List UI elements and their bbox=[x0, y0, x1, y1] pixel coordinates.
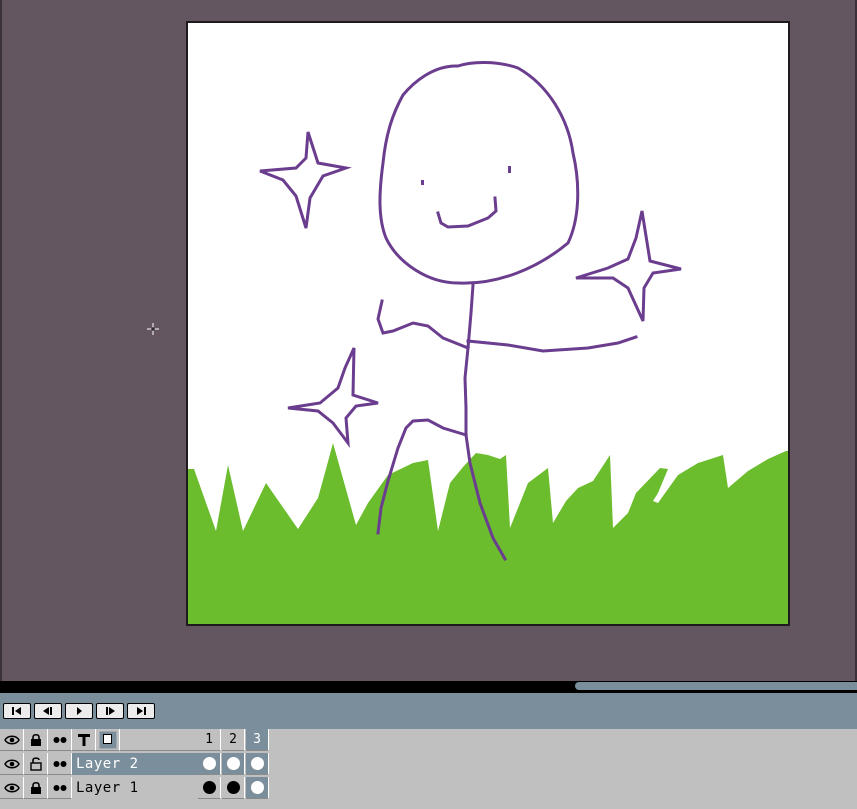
cel-frame-3[interactable] bbox=[246, 777, 269, 799]
lock-icon bbox=[30, 781, 41, 794]
header-spacer bbox=[120, 729, 198, 751]
sparkle-right bbox=[575, 210, 682, 322]
layer-onion-skin-toggle[interactable] bbox=[48, 777, 72, 799]
lock-header[interactable] bbox=[24, 729, 48, 751]
lock-icon bbox=[30, 733, 41, 746]
empty-cel-icon bbox=[250, 757, 264, 770]
next-frame-icon bbox=[106, 707, 115, 715]
first-frame-button[interactable] bbox=[3, 703, 31, 719]
canvas-workspace[interactable] bbox=[0, 0, 857, 681]
filled-cel-icon bbox=[202, 781, 216, 794]
unlock-icon bbox=[29, 756, 42, 771]
eye-icon bbox=[3, 735, 20, 744]
layer-onion-skin-toggle[interactable] bbox=[48, 753, 72, 775]
layer-lock-toggle[interactable] bbox=[24, 753, 48, 775]
cel-frame-2[interactable] bbox=[222, 753, 245, 775]
layer-thumbnail-icon bbox=[99, 731, 116, 748]
cel-frame-1[interactable] bbox=[198, 753, 221, 775]
scrollbar-thumb[interactable] bbox=[575, 682, 857, 690]
layer-visibility-toggle[interactable] bbox=[0, 777, 24, 799]
frame-header-3[interactable]: 3 bbox=[246, 729, 269, 751]
layer-lock-toggle[interactable] bbox=[24, 777, 48, 799]
play-button[interactable] bbox=[65, 703, 93, 719]
layer-thumbnail-header[interactable] bbox=[96, 729, 120, 751]
layer-row[interactable]: Layer 1 bbox=[0, 777, 270, 800]
sparkle-bottom-left bbox=[287, 347, 379, 449]
frame-number: 3 bbox=[253, 732, 261, 747]
drawing-canvas[interactable] bbox=[186, 21, 790, 626]
text-tool-icon bbox=[77, 733, 90, 746]
visibility-header[interactable] bbox=[0, 729, 24, 751]
layer-name[interactable]: Layer 2 bbox=[72, 753, 198, 775]
empty-cel-icon bbox=[226, 757, 240, 770]
grass-drawing bbox=[188, 443, 788, 624]
cel-frame-3[interactable] bbox=[246, 753, 269, 775]
empty-cel-icon bbox=[202, 757, 216, 770]
empty-cel-icon bbox=[250, 781, 264, 794]
head-stroke bbox=[378, 61, 580, 285]
last-frame-icon bbox=[137, 707, 146, 715]
crosshair-cursor-icon bbox=[147, 323, 159, 335]
last-frame-button[interactable] bbox=[127, 703, 155, 719]
timeline-panel: 1 2 3 Layer 2 Layer 1 bbox=[0, 729, 857, 809]
horizontal-scrollbar[interactable] bbox=[0, 681, 857, 693]
frame-number: 2 bbox=[229, 732, 237, 747]
left-eye bbox=[421, 180, 424, 185]
frame-header-1[interactable]: 1 bbox=[198, 729, 221, 751]
next-frame-button[interactable] bbox=[96, 703, 124, 719]
cel-frame-1[interactable] bbox=[198, 777, 221, 799]
onion-skin-icon bbox=[53, 760, 66, 767]
frame-header-2[interactable]: 2 bbox=[222, 729, 245, 751]
smile-stroke bbox=[436, 196, 498, 229]
text-tool-header[interactable] bbox=[72, 729, 96, 751]
frame-number: 1 bbox=[205, 732, 213, 747]
play-icon bbox=[77, 707, 82, 715]
eye-icon bbox=[3, 783, 20, 792]
layer-row[interactable]: Layer 2 bbox=[0, 753, 270, 776]
filled-cel-icon bbox=[226, 781, 240, 794]
layer-visibility-toggle[interactable] bbox=[0, 753, 24, 775]
canvas-artwork bbox=[188, 61, 788, 624]
onion-skin-icon bbox=[53, 736, 66, 743]
onion-skin-icon bbox=[53, 784, 66, 791]
playback-toolbar bbox=[0, 693, 857, 729]
previous-frame-icon bbox=[43, 707, 52, 715]
onion-skin-header[interactable] bbox=[48, 729, 72, 751]
right-eye bbox=[508, 166, 511, 173]
first-frame-icon bbox=[12, 707, 21, 715]
cel-frame-2[interactable] bbox=[222, 777, 245, 799]
layer-name[interactable]: Layer 1 bbox=[72, 777, 198, 799]
left-arm-stroke bbox=[376, 299, 470, 350]
right-arm-stroke bbox=[466, 335, 638, 353]
previous-frame-button[interactable] bbox=[34, 703, 62, 719]
eye-icon bbox=[3, 759, 20, 768]
timeline-header: 1 2 3 bbox=[0, 729, 270, 752]
sparkle-top-left bbox=[259, 131, 352, 229]
